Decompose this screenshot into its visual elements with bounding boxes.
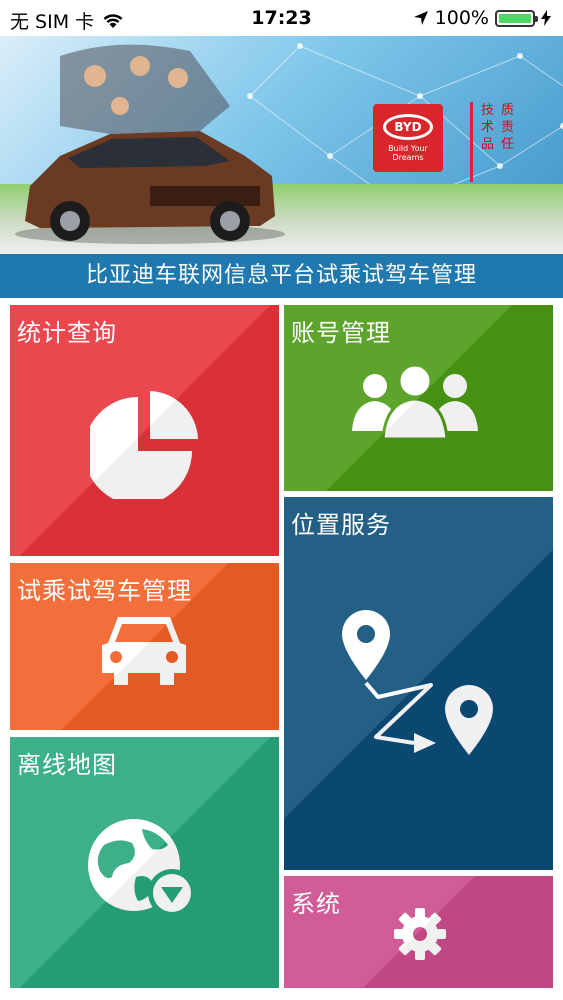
battery-icon (495, 9, 538, 27)
tile-system-label: 系统 (291, 890, 341, 918)
page-title: 比亚迪车联网信息平台试乘试驾车管理 (0, 254, 563, 298)
status-bar: 无 SIM 卡 17:23 100% (0, 0, 563, 36)
tile-location-label: 位置服务 (291, 511, 391, 539)
battery-percent: 100% (434, 7, 489, 29)
location-arrow-icon (413, 11, 428, 25)
pie-chart-icon (90, 391, 198, 499)
tile-account-management[interactable]: 账号管理 (284, 305, 553, 491)
byd-logo: BYD Build Your Dreams (373, 104, 443, 172)
seal-column: 质责任 (501, 103, 515, 152)
tile-test-drive-label: 试乘试驾车管理 (17, 577, 192, 605)
tile-offline-map-label: 离线地图 (17, 751, 117, 779)
tile-system[interactable]: 系统 (284, 876, 553, 988)
route-icon (342, 610, 493, 755)
tile-statistics[interactable]: 统计查询 (10, 305, 279, 556)
tile-account-label: 账号管理 (291, 319, 391, 347)
promo-banner: BYD Build Your Dreams 技术品 质责任 (0, 36, 563, 254)
tile-offline-map[interactable]: 离线地图 (10, 737, 279, 988)
gear-icon (394, 908, 446, 960)
byd-logo-mark: BYD (383, 114, 433, 140)
status-right: 100% (413, 7, 551, 29)
car-icon (102, 617, 186, 685)
globe-download-icon (88, 819, 196, 917)
seal-column: 技术品 (481, 103, 495, 152)
quality-seal: 技术品 质责任 (470, 102, 524, 182)
users-icon (352, 363, 478, 441)
byd-logo-tagline: Build Your Dreams (388, 144, 428, 162)
tile-statistics-label: 统计查询 (17, 319, 117, 347)
tile-location-service[interactable]: 位置服务 (284, 497, 553, 870)
charging-icon (541, 10, 551, 26)
tile-test-drive-management[interactable]: 试乘试驾车管理 (10, 563, 279, 730)
car-image (15, 44, 285, 244)
